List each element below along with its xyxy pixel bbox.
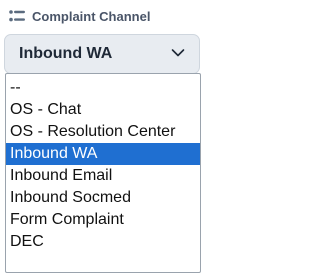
chevron-down-icon (171, 49, 185, 57)
select-value: Inbound WA (19, 45, 113, 62)
option-os-resolution-center[interactable]: OS - Resolution Center (6, 121, 200, 143)
complaint-channel-select[interactable]: Inbound WA (4, 34, 200, 74)
option-placeholder[interactable]: -- (6, 77, 200, 99)
option-os-chat[interactable]: OS - Chat (6, 99, 200, 121)
field-label: Complaint Channel (32, 8, 151, 24)
dropdown-options-list: -- OS - Chat OS - Resolution Center Inbo… (5, 73, 201, 273)
field-header: Complaint Channel (9, 5, 150, 27)
option-dec[interactable]: DEC (6, 231, 200, 253)
list-filter-icon (9, 10, 25, 22)
option-inbound-wa[interactable]: Inbound WA (6, 143, 200, 165)
option-inbound-socmed[interactable]: Inbound Socmed (6, 187, 200, 209)
option-form-complaint[interactable]: Form Complaint (6, 209, 200, 231)
complaint-channel-field: Complaint Channel Inbound WA -- OS - Cha… (0, 0, 210, 277)
option-inbound-email[interactable]: Inbound Email (6, 165, 200, 187)
